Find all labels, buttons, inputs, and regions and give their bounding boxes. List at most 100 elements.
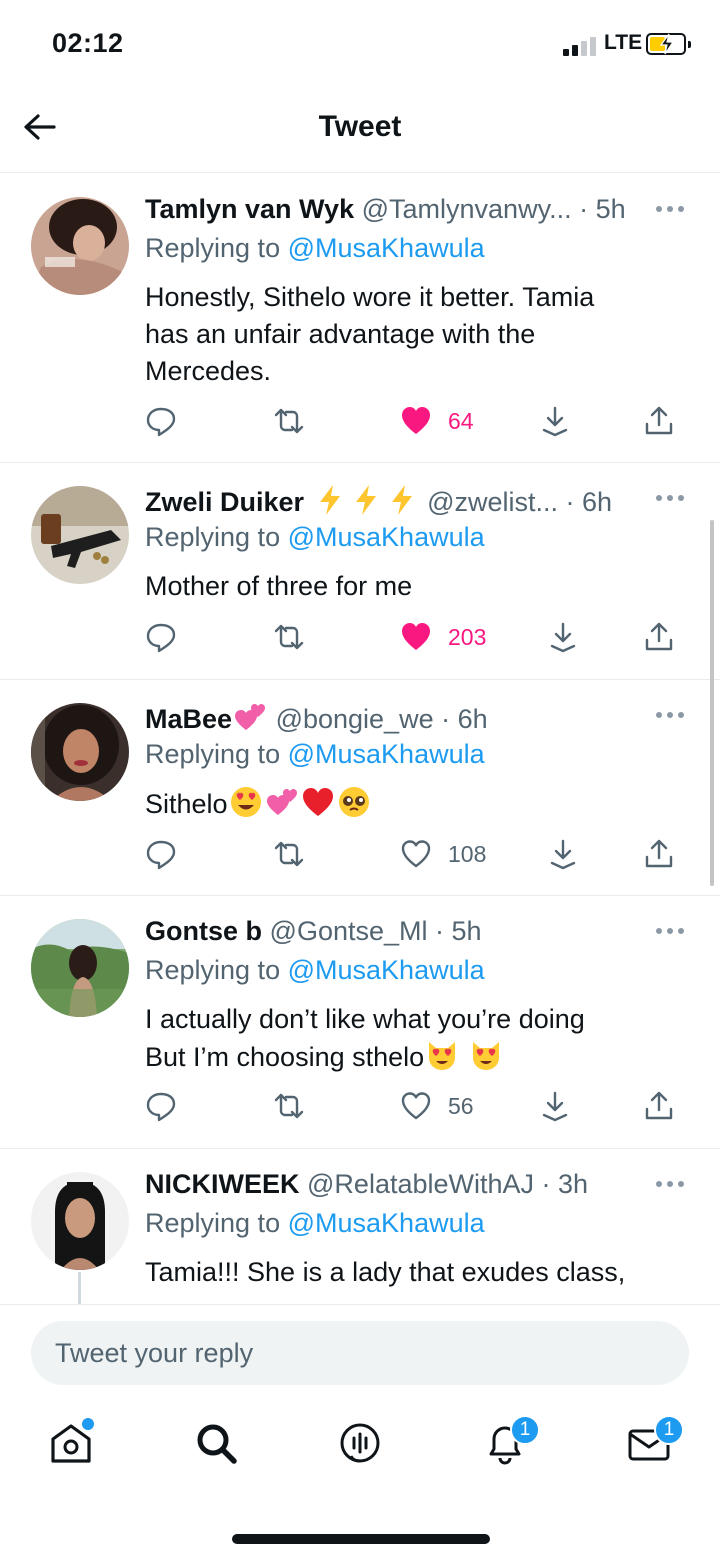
more-icon[interactable]	[656, 928, 686, 936]
avatar[interactable]	[31, 197, 129, 295]
mention-link[interactable]: @MusaKhawula	[288, 522, 485, 552]
retweet-icon	[274, 408, 304, 434]
like-button[interactable]: 56	[400, 1086, 474, 1126]
heart-eyes-cat-emoji	[429, 1042, 456, 1070]
signal-icon	[563, 36, 597, 56]
reply-input[interactable]: Tweet your reply	[31, 1321, 689, 1385]
avatar[interactable]	[31, 1172, 129, 1270]
like-count: 64	[448, 407, 474, 434]
share-button[interactable]	[643, 401, 675, 441]
retweet-icon	[274, 841, 304, 867]
spaces-icon	[340, 1423, 380, 1463]
tab-messages[interactable]: 1	[624, 1415, 684, 1468]
replying-to: Replying to @MusaKhawula	[145, 1208, 485, 1238]
tweet-item[interactable]: MaBee @bongie_we · 6h Replying to @MusaK…	[0, 680, 720, 896]
author-handle[interactable]: @Gontse_Ml	[270, 916, 428, 946]
heart-icon	[402, 623, 430, 650]
author-name[interactable]: Gontse b	[145, 916, 262, 946]
share-icon	[645, 839, 673, 868]
tweet-time: 6h	[582, 487, 613, 517]
reply-icon	[146, 407, 176, 437]
more-icon[interactable]	[656, 712, 686, 720]
like-button[interactable]: 64	[400, 401, 474, 441]
reply-button[interactable]	[145, 401, 177, 441]
download-button[interactable]	[547, 834, 579, 874]
tweet-actions: 108	[145, 834, 690, 874]
tab-search[interactable]	[191, 1418, 241, 1468]
retweet-button[interactable]	[273, 401, 305, 441]
home-unread-dot	[82, 1418, 94, 1430]
retweet-button[interactable]	[273, 1086, 305, 1126]
tweet-time: 6h	[457, 704, 488, 734]
download-button[interactable]	[547, 617, 579, 657]
tweet-time: 3h	[558, 1169, 589, 1199]
network-label: LTE	[604, 31, 643, 54]
mention-link[interactable]: @MusaKhawula	[288, 233, 485, 263]
tweet-item[interactable]: NICKIWEEK @RelatableWithAJ · 3h Replying…	[0, 1149, 720, 1304]
two-hearts-emoji	[266, 789, 297, 815]
tweet-item[interactable]: Zweli Duiker @zwelist... · 6h Replying t…	[0, 463, 720, 680]
reply-button[interactable]	[145, 617, 177, 657]
share-icon	[645, 406, 673, 435]
retweet-button[interactable]	[273, 834, 305, 874]
two-hearts-emoji	[235, 704, 266, 730]
home-indicator[interactable]	[232, 1534, 490, 1544]
download-button[interactable]	[539, 401, 571, 441]
tweet-time: 5h	[595, 194, 626, 224]
top-header: Tweet	[0, 90, 720, 173]
reply-button[interactable]	[145, 1086, 177, 1126]
like-count: 56	[448, 1092, 474, 1119]
avatar[interactable]	[31, 919, 129, 1017]
tab-home[interactable]	[46, 1418, 96, 1468]
mention-link[interactable]: @MusaKhawula	[288, 739, 485, 769]
author-name[interactable]: Zweli Duiker	[145, 487, 304, 517]
reply-feed[interactable]: Tamlyn van Wyk @Tamlynvanwy... · 5h Repl…	[0, 174, 720, 1304]
author-handle[interactable]: @bongie_we	[276, 704, 434, 734]
tweet-item[interactable]: Tamlyn van Wyk @Tamlynvanwy... · 5h Repl…	[0, 174, 720, 463]
replying-to: Replying to @MusaKhawula	[145, 522, 485, 552]
mention-link[interactable]: @MusaKhawula	[288, 955, 485, 985]
author-handle[interactable]: @Tamlynvanwy...	[362, 194, 572, 224]
share-button[interactable]	[643, 834, 675, 874]
share-button[interactable]	[643, 1086, 675, 1126]
share-button[interactable]	[643, 617, 675, 657]
author-handle[interactable]: @zwelist...	[427, 487, 558, 517]
lightning-emoji	[355, 485, 376, 515]
reply-icon	[146, 623, 176, 653]
avatar[interactable]	[31, 486, 129, 584]
tab-notifications[interactable]: 1	[480, 1415, 540, 1468]
tweet-item[interactable]: Gontse b @Gontse_Ml · 5h Replying to @Mu…	[0, 896, 720, 1149]
author-handle[interactable]: @RelatableWithAJ	[307, 1169, 534, 1199]
tweet-header: MaBee @bongie_we · 6h	[145, 700, 630, 735]
like-button[interactable]: 108	[400, 834, 486, 874]
more-icon[interactable]	[656, 1181, 686, 1189]
share-icon	[645, 622, 673, 651]
heart-icon	[401, 840, 431, 868]
author-name[interactable]: MaBee	[145, 704, 232, 734]
download-button[interactable]	[539, 1086, 571, 1126]
author-name[interactable]: NICKIWEEK	[145, 1169, 300, 1199]
heart-eyes-emoji	[230, 787, 261, 817]
tweet-text: Mother of three for me	[145, 571, 413, 601]
thread-line	[78, 1272, 81, 1304]
tab-spaces[interactable]	[335, 1418, 385, 1468]
replying-to: Replying to @MusaKhawula	[145, 955, 485, 985]
author-name[interactable]: Tamlyn van Wyk	[145, 194, 354, 224]
red-heart-emoji	[302, 788, 333, 816]
reply-icon	[146, 1092, 176, 1122]
tweet-text: Honestly, Sithelo wore it better. Tamia h…	[145, 282, 595, 386]
reply-button[interactable]	[145, 834, 177, 874]
avatar[interactable]	[31, 703, 129, 801]
replying-to: Replying to @MusaKhawula	[145, 233, 485, 263]
status-time: 02:12	[52, 28, 124, 58]
more-icon[interactable]	[656, 495, 686, 503]
more-icon[interactable]	[656, 206, 686, 214]
notifications-badge: 1	[510, 1415, 540, 1445]
download-icon	[550, 622, 576, 653]
scrollbar[interactable]	[710, 520, 714, 886]
retweet-button[interactable]	[273, 617, 305, 657]
mention-link[interactable]: @MusaKhawula	[288, 1208, 485, 1238]
like-count: 108	[448, 840, 487, 867]
search-icon	[197, 1424, 237, 1464]
like-button[interactable]: 203	[400, 617, 486, 657]
